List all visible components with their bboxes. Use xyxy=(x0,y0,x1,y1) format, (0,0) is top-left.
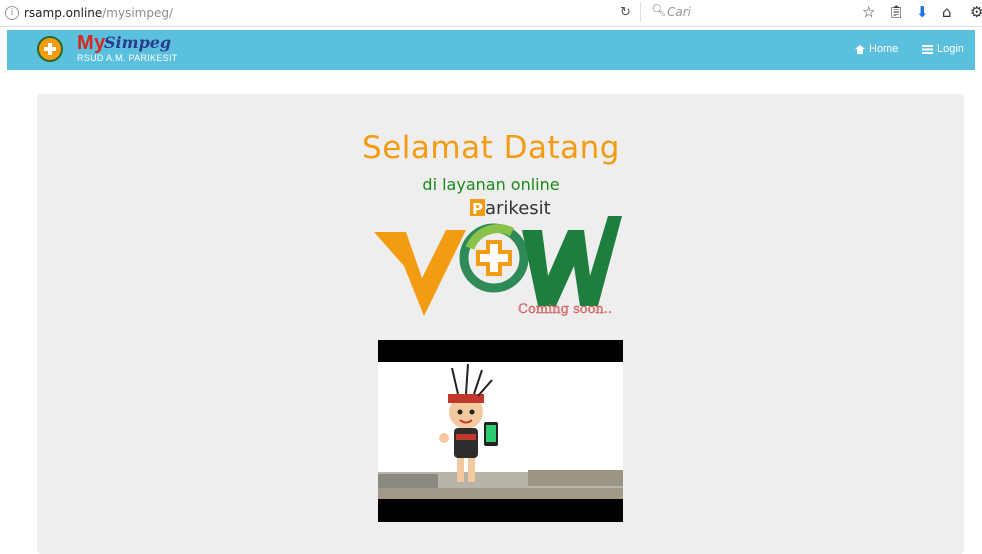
nav-home-label: Home xyxy=(869,43,899,55)
list-icon xyxy=(922,44,933,54)
promo-video[interactable] xyxy=(378,340,623,522)
brand-my[interactable]: My xyxy=(77,32,106,55)
settings-icon[interactable]: ⚙ xyxy=(970,3,982,21)
star-icon[interactable]: ☆ xyxy=(862,3,875,21)
search-placeholder: Cari xyxy=(667,5,691,19)
nav-login-label: Login xyxy=(937,43,964,55)
info-icon[interactable]: i xyxy=(5,6,19,20)
welcome-title: Selamat Datang xyxy=(362,130,620,166)
brand-simpeg[interactable]: Simpeg xyxy=(104,33,171,52)
brand-subtitle: RSUD A.M. PARIKESIT xyxy=(77,53,178,63)
home-icon[interactable]: ⌂ xyxy=(942,3,952,21)
url-path: /mysimpeg/ xyxy=(102,6,174,20)
url-host: rsamp.online xyxy=(24,6,103,20)
address-bar[interactable]: rsamp.online/mysimpeg/ xyxy=(24,6,173,20)
welcome-subtitle: di layanan online xyxy=(422,175,560,194)
search-input[interactable]: 🔍︎ Cari xyxy=(640,2,836,22)
nav-home-link[interactable]: Home xyxy=(855,43,898,55)
browser-toolbar: i rsamp.online/mysimpeg/ ↻ 🔍︎ Cari ☆ 📋︎ … xyxy=(0,0,982,27)
search-icon: 🔍︎ xyxy=(651,3,667,17)
reload-icon[interactable]: ↻ xyxy=(620,5,631,20)
clipboard-icon[interactable]: 📋︎ xyxy=(888,5,905,20)
letter-w-right xyxy=(522,216,622,306)
brand-name: arikesit xyxy=(485,198,551,219)
download-icon[interactable]: ⬇ xyxy=(916,3,929,21)
coming-soon-text: Coming soon.. xyxy=(518,302,612,317)
mascot-illustration xyxy=(378,363,623,499)
brand-initial: P xyxy=(472,200,483,218)
letter-w-left xyxy=(374,230,466,316)
house-icon xyxy=(855,44,865,54)
hospital-logo-icon[interactable] xyxy=(37,36,63,62)
navbar: My Simpeg RSUD A.M. PARIKESIT Home Login xyxy=(7,30,975,70)
video-frame xyxy=(378,362,623,499)
nav-login-link[interactable]: Login xyxy=(922,43,964,55)
parikesit-wow-logo: P arikesit Coming soon.. xyxy=(374,198,622,317)
